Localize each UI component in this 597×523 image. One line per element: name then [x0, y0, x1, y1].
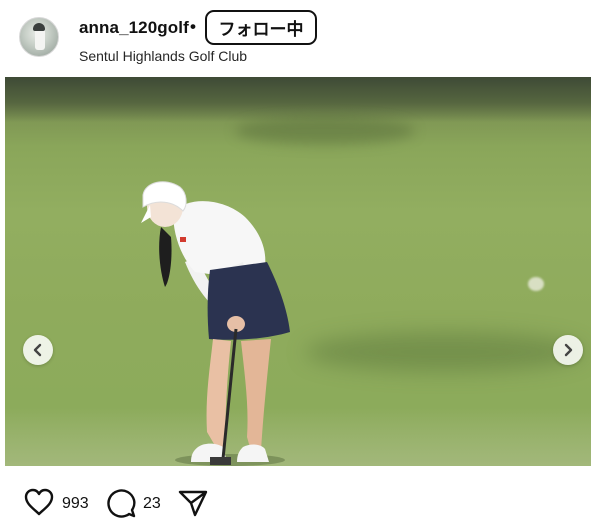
username[interactable]: anna_120golf: [79, 18, 189, 38]
comment-count[interactable]: 23: [143, 495, 161, 513]
avatar[interactable]: [19, 17, 59, 57]
location-link[interactable]: Sentul Highlands Golf Club: [79, 48, 247, 64]
carousel-next-button[interactable]: [553, 335, 583, 365]
separator-dot: •: [190, 17, 196, 36]
post-header: anna_120golf • フォロー中 Sentul Highlands Go…: [0, 0, 597, 76]
carousel-prev-button[interactable]: [23, 335, 53, 365]
like-count[interactable]: 993: [62, 495, 89, 513]
post-actions: 993 23: [0, 480, 597, 523]
following-button[interactable]: フォロー中: [205, 10, 317, 45]
heart-icon[interactable]: [24, 488, 54, 516]
chevron-right-icon: [564, 343, 573, 357]
comment-icon[interactable]: [106, 488, 136, 518]
chevron-left-icon: [33, 343, 42, 357]
post-photo[interactable]: [5, 77, 591, 466]
golfer-figure: [141, 181, 290, 466]
share-icon[interactable]: [178, 488, 208, 518]
